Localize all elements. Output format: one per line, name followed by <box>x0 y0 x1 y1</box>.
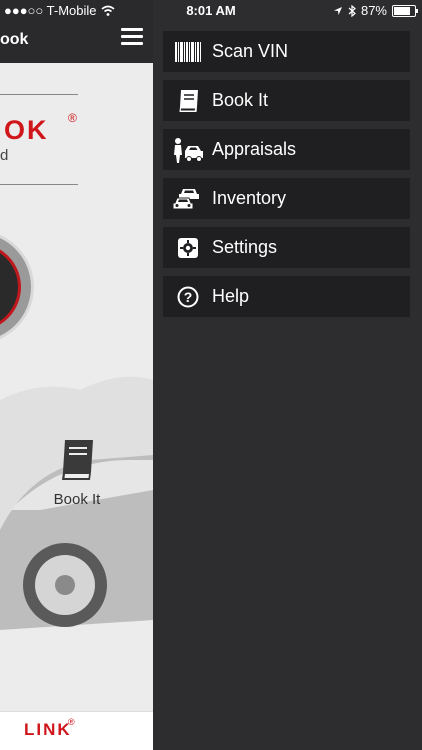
battery-level <box>394 6 410 15</box>
menu-item-label: Scan VIN <box>212 41 289 61</box>
battery-icon <box>392 4 418 17</box>
logo-registered-mark: ® <box>68 111 77 125</box>
menu-item-book-it[interactable]: Book It <box>163 80 410 121</box>
side-menu-drawer: Scan VIN Book It Appraisals Inventory Se… <box>153 0 422 750</box>
menu-item-label: Settings <box>212 237 278 257</box>
barcode-icon <box>168 31 208 72</box>
hamburger-bar-icon <box>121 35 143 38</box>
background-app-panel: ook OK ® d Book It LINK ® <box>0 0 153 750</box>
bluetooth-icon <box>348 4 356 17</box>
gear-icon <box>168 227 208 268</box>
battery-percent: 87% <box>360 3 387 18</box>
book-icon <box>168 80 208 121</box>
menu-item-appraisals[interactable]: Appraisals <box>163 129 410 170</box>
hamburger-bar-icon <box>121 42 143 45</box>
menu-item-label: Inventory <box>212 188 287 208</box>
menu-item-help[interactable]: ? Help <box>163 276 410 317</box>
svg-text:?: ? <box>184 289 193 305</box>
footer-bar: LINK ® <box>0 711 153 750</box>
car-background-image <box>0 376 153 630</box>
status-right: 87% <box>333 3 418 18</box>
footer-registered-mark: ® <box>68 717 75 727</box>
brand-logo: OK ® d <box>0 94 78 185</box>
menu-toggle-button[interactable] <box>121 28 143 46</box>
menu-item-label: Appraisals <box>212 139 297 159</box>
menu-item-label: Help <box>212 286 250 306</box>
menu-item-label: Book It <box>212 90 269 110</box>
gauge-center <box>0 243 21 331</box>
appraisal-icon <box>168 129 208 170</box>
cars-icon <box>168 178 208 219</box>
logo-subtitle: d <box>0 147 9 164</box>
gauge-graphic <box>0 230 34 344</box>
menu-list: Scan VIN Book It Appraisals Inventory Se… <box>163 31 410 325</box>
logo-text: OK <box>4 115 49 145</box>
book-icon <box>62 440 93 480</box>
help-icon: ? <box>168 276 208 317</box>
footer-brand-text: LINK <box>24 720 72 739</box>
app-header-title: ook <box>0 31 29 48</box>
menu-item-scan-vin[interactable]: Scan VIN <box>163 31 410 72</box>
location-arrow-icon <box>333 6 342 15</box>
hamburger-bar-icon <box>121 28 143 31</box>
status-bar: ●●●○○ T-Mobile 8:01 AM 87% <box>0 0 422 22</box>
menu-item-settings[interactable]: Settings <box>163 227 410 268</box>
book-it-tile-label: Book It <box>53 491 101 508</box>
menu-item-inventory[interactable]: Inventory <box>163 178 410 219</box>
book-it-tile[interactable]: Book It <box>44 436 110 508</box>
